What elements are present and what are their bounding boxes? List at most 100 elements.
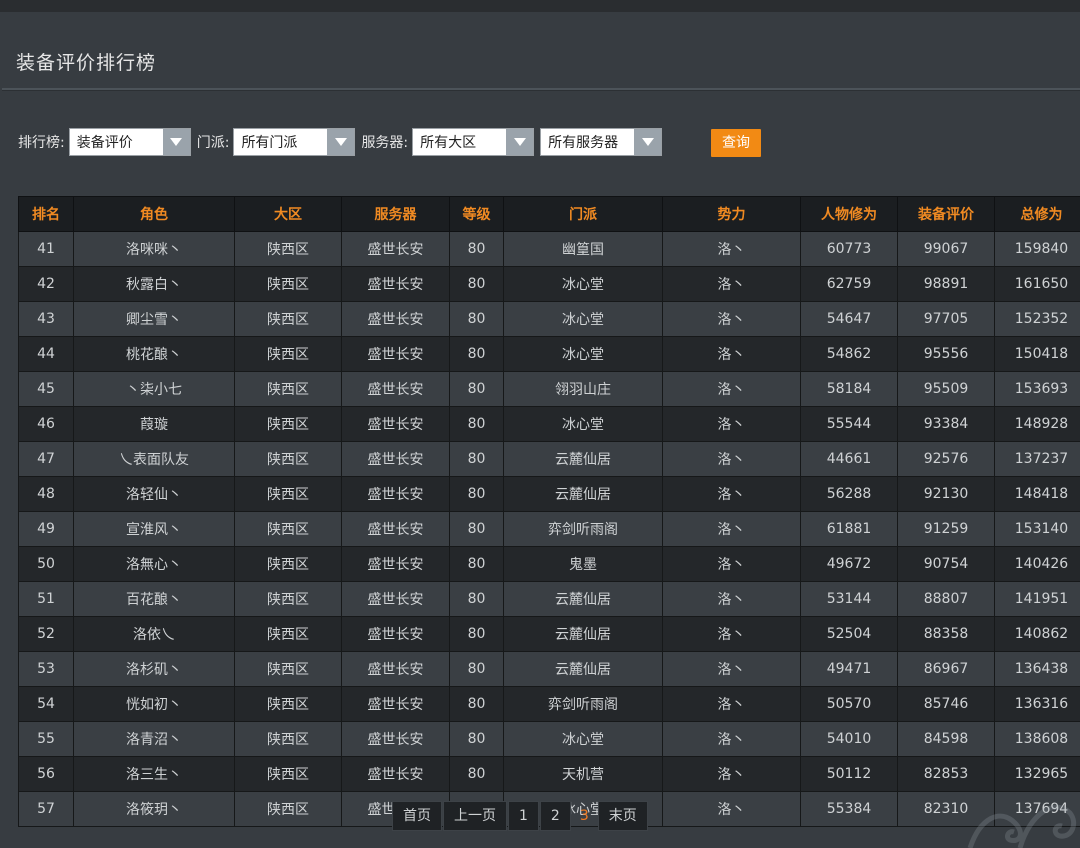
table-cell: 丶柒小七 [73,371,235,407]
table-cell: 云麓仙居 [503,441,663,477]
table-cell: 49 [18,511,74,547]
column-header: 人物修为 [800,196,898,232]
table-cell: 冰心堂 [503,406,663,442]
table-cell: 43 [18,301,74,337]
table-cell: 陕西区 [234,476,342,512]
column-header: 等级 [449,196,504,232]
table-cell: 55 [18,721,74,757]
chevron-down-icon[interactable] [162,129,190,155]
page: 装备评价排行榜 排行榜: 装备评价 门派: 所有门派 服务器: 所有大区 所有服… [0,12,1080,848]
table-cell: 洛丶 [662,791,801,827]
table-cell: 56 [18,756,74,792]
table-cell: 48 [18,476,74,512]
table-cell: 49471 [800,651,898,687]
table-cell: 159840 [994,231,1080,267]
server-select[interactable]: 所有服务器 [540,128,663,156]
table-row: 55 洛青沼丶 陕西区 盛世长安 80 冰心堂 洛丶 54010 84598 138608 [18,721,1080,757]
table-cell: 97705 [897,301,995,337]
table-cell: 44661 [800,441,898,477]
last-page-button[interactable]: 末页 [597,801,648,831]
table-cell: 卿尘雪丶 [73,301,235,337]
table-cell: 95509 [897,371,995,407]
table-cell: 58184 [800,371,898,407]
table-cell: 56288 [800,476,898,512]
table-cell: 80 [449,231,504,267]
table-cell: 冰心堂 [503,266,663,302]
table-cell: 42 [18,266,74,302]
table-row: 50 洛無心丶 陕西区 盛世长安 80 鬼墨 洛丶 49672 90754 140426 [18,546,1080,582]
table-cell: 44 [18,336,74,372]
table-cell: 盛世长安 [341,441,450,477]
table-row: 52 洛依乀 陕西区 盛世长安 80 云麓仙居 洛丶 52504 88358 140862 [18,616,1080,652]
table-cell: 洛丶 [662,511,801,547]
table-cell: 洛丶 [662,686,801,722]
table-cell: 洛丶 [662,231,801,267]
page-2-button[interactable]: 2 [539,801,571,831]
table-cell: 88358 [897,616,995,652]
table-cell: 陕西区 [234,301,342,337]
table-row: 48 洛轻仙丶 陕西区 盛世长安 80 云麓仙居 洛丶 56288 92130 148418 [18,476,1080,512]
table-cell: 84598 [897,721,995,757]
table-cell: 洛丶 [662,336,801,372]
rank-label: 排行榜: [18,135,65,151]
table-cell: 80 [449,686,504,722]
rank-select[interactable]: 装备评价 [68,128,191,156]
table-cell: 161650 [994,266,1080,302]
chevron-down-icon[interactable] [327,129,355,155]
table-cell: 幽篁国 [503,231,663,267]
rank-select-value: 装备评价 [76,135,133,151]
table-cell: 54 [18,686,74,722]
table-cell: 80 [449,476,504,512]
table-cell: 恍如初丶 [73,686,235,722]
first-page-button[interactable]: 首页 [392,801,442,831]
table-cell: 153693 [994,371,1080,407]
table-cell: 53144 [800,581,898,617]
table-cell: 宣淮风丶 [73,511,235,547]
server-label: 服务器: [361,135,409,151]
search-button[interactable]: 查询 [711,129,761,157]
table-cell: 52504 [800,616,898,652]
current-page-indicator: 3 [579,808,589,824]
table-cell: 陕西区 [234,651,342,687]
table-cell: 桃花酿丶 [73,336,235,372]
table-cell: 55544 [800,406,898,442]
table-cell: 盛世长安 [341,476,450,512]
page-1-button[interactable]: 1 [508,801,539,831]
chevron-down-icon[interactable] [506,129,534,155]
table-cell: 洛丶 [662,371,801,407]
table-cell: 140426 [994,546,1080,582]
table-cell: 盛世长安 [341,651,450,687]
table-cell: 陕西区 [234,721,342,757]
table-cell: 秋露白丶 [73,266,235,302]
table-cell: 弈剑听雨阁 [503,511,663,547]
faction-select[interactable]: 所有门派 [233,128,356,156]
table-cell: 50570 [800,686,898,722]
region-select[interactable]: 所有大区 [412,128,535,156]
table-cell: 80 [449,336,504,372]
page-title: 装备评价排行榜 [16,52,157,74]
table-cell: 冰心堂 [503,336,663,372]
table-cell: 洛丶 [662,301,801,337]
table-cell: 盛世长安 [341,266,450,302]
table-cell: 140862 [994,616,1080,652]
table-cell: 54010 [800,721,898,757]
table-cell: 91259 [897,511,995,547]
ornament-decoration [967,804,1077,848]
table-cell: 云麓仙居 [503,581,663,617]
table-cell: 乀表面队友 [73,441,235,477]
prev-page-button[interactable]: 上一页 [443,801,507,831]
column-header: 势力 [662,196,801,232]
table-cell: 152352 [994,301,1080,337]
table-cell: 136316 [994,686,1080,722]
table-cell: 80 [449,651,504,687]
table-row: 46 葭璇 陕西区 盛世长安 80 冰心堂 洛丶 55544 93384 148928 [18,406,1080,442]
region-select-value: 所有大区 [420,135,477,151]
table-cell: 153140 [994,511,1080,547]
table-cell: 冰心堂 [503,721,663,757]
chevron-down-icon[interactable] [634,129,662,155]
table-cell: 92576 [897,441,995,477]
table-cell: 洛丶 [662,721,801,757]
table-cell: 80 [449,301,504,337]
table-cell: 57 [18,791,74,827]
table-cell: 47 [18,441,74,477]
